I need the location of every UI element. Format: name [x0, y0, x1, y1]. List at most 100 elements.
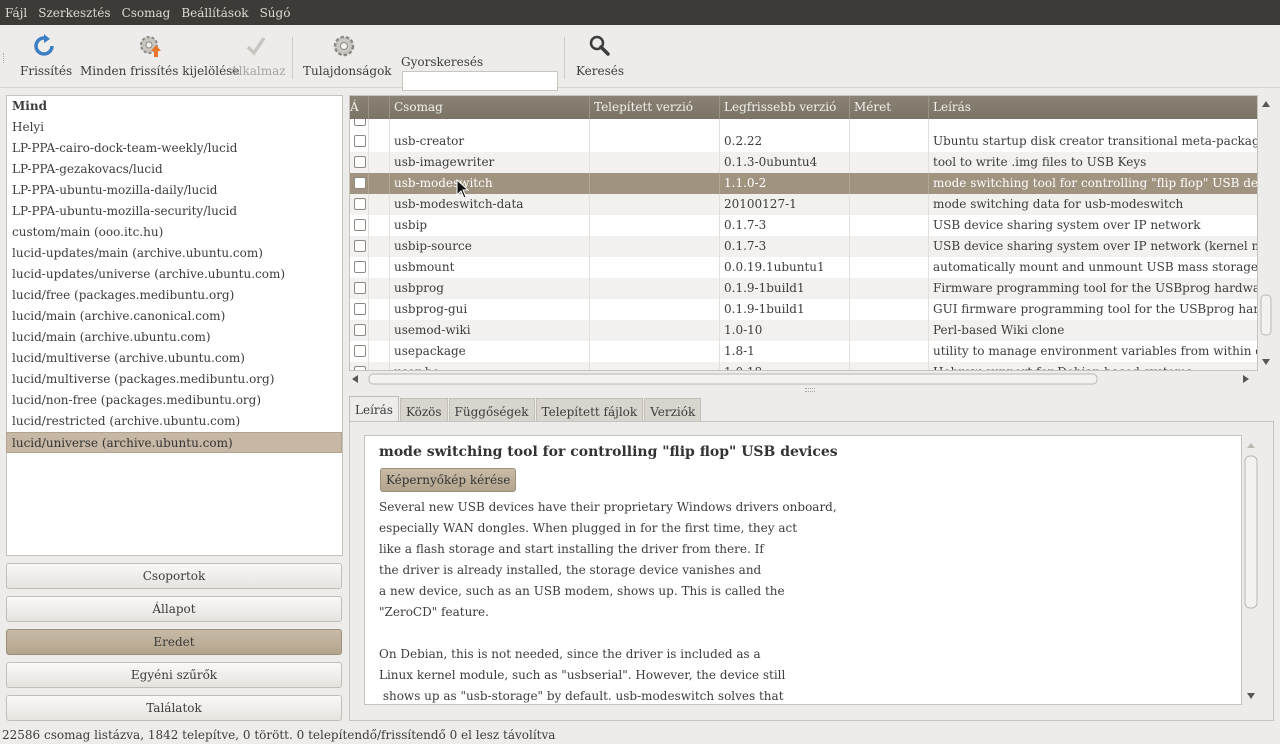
- row-checkbox-cell[interactable]: [350, 215, 369, 236]
- column-latest-version[interactable]: Legfrissebb verzió: [720, 96, 850, 119]
- scroll-down-arrow-icon[interactable]: [1262, 359, 1270, 365]
- row-checkbox[interactable]: [354, 135, 366, 147]
- row-checkbox-cell[interactable]: [350, 236, 369, 257]
- row-installed: [590, 173, 720, 194]
- row-checkbox-cell[interactable]: [350, 341, 369, 362]
- origin-item[interactable]: LP-PPA-ubuntu-mozilla-security/lucid: [7, 201, 342, 222]
- search-results-button[interactable]: Találatok: [6, 695, 342, 721]
- row-checkbox-cell[interactable]: [350, 299, 369, 320]
- scroll-up-arrow-icon[interactable]: [1262, 101, 1270, 107]
- column-size[interactable]: Méret: [850, 96, 929, 119]
- description-vertical-scrollbar[interactable]: [1244, 438, 1258, 704]
- origin-item[interactable]: lucid/main (archive.ubuntu.com): [7, 327, 342, 348]
- origin-item[interactable]: lucid/multiverse (packages.medibuntu.org…: [7, 369, 342, 390]
- properties-button[interactable]: Tulajdonságok: [303, 33, 392, 81]
- table-row[interactable]: usb-modeswitch-data 20100127-1 mode switch…: [350, 194, 1257, 215]
- table-row[interactable]: user-he 1.0.18 Hebrew support for Debian b…: [350, 362, 1257, 370]
- origin-item[interactable]: lucid/main (archive.canonical.com): [7, 306, 342, 327]
- row-icon-cell: [369, 341, 390, 362]
- origin-item[interactable]: lucid/multiverse (archive.ubuntu.com): [7, 348, 342, 369]
- description-line: like a flash storage and start installin…: [379, 542, 764, 556]
- row-size: [850, 320, 929, 341]
- desc-scroll-up-arrow-icon[interactable]: [1247, 443, 1255, 448]
- row-checkbox[interactable]: [354, 198, 366, 210]
- row-checkbox-cell[interactable]: [350, 278, 369, 299]
- origin-item[interactable]: lucid-updates/universe (archive.ubuntu.c…: [7, 264, 342, 285]
- table-row[interactable]: usbip-source 0.1.7-3 USB device sharing sy…: [350, 236, 1257, 257]
- table-row[interactable]: usb-creator 0.2.22 Ubuntu startup disk cre…: [350, 131, 1257, 152]
- row-checkbox-cell[interactable]: [350, 173, 369, 194]
- table-row[interactable]: usepackage 1.8-1 utility to manage environ…: [350, 341, 1257, 362]
- row-checkbox[interactable]: [354, 282, 366, 294]
- origin-item[interactable]: Helyi: [7, 117, 342, 138]
- desc-scroll-thumb[interactable]: [1244, 455, 1258, 609]
- row-checkbox[interactable]: [354, 156, 366, 168]
- get-screenshot-button[interactable]: Képernyőkép kérése: [380, 468, 517, 492]
- apply-button[interactable]: Alkalmaz: [230, 33, 286, 81]
- table-row-selected[interactable]: usb-modeswitch 1.1.0-2 mode switching tool…: [350, 173, 1257, 194]
- reload-button[interactable]: Frissítés: [20, 33, 72, 81]
- origin-item-all[interactable]: Mind: [7, 96, 342, 117]
- origin-item[interactable]: LP-PPA-cairo-dock-team-weekly/lucid: [7, 138, 342, 159]
- menu-file[interactable]: Fájl: [4, 6, 28, 20]
- origin-item[interactable]: lucid-updates/main (archive.ubuntu.com): [7, 243, 342, 264]
- row-checkbox[interactable]: [354, 261, 366, 273]
- row-checkbox[interactable]: [354, 324, 366, 336]
- table-row[interactable]: usbprog 0.1.9-1build1 Firmware programming…: [350, 278, 1257, 299]
- custom-filters-button[interactable]: Egyéni szűrők: [6, 662, 342, 688]
- origin-item[interactable]: custom/main (ooo.itc.hu): [7, 222, 342, 243]
- scroll-left-arrow-icon[interactable]: [352, 375, 358, 383]
- menu-package[interactable]: Csomag: [121, 6, 172, 20]
- row-checkbox-cell[interactable]: [350, 257, 369, 278]
- row-checkbox-cell[interactable]: [350, 320, 369, 341]
- scroll-thumb[interactable]: [1260, 294, 1272, 336]
- status-button[interactable]: Állapot: [6, 596, 342, 622]
- row-checkbox[interactable]: [354, 366, 366, 370]
- table-row[interactable]: usbmount 0.0.19.1ubuntu1 automatically mou…: [350, 257, 1257, 278]
- menu-settings[interactable]: Beállítások: [180, 6, 249, 20]
- row-desc: mode switching data for usb-modeswitch: [929, 194, 1257, 215]
- origin-item[interactable]: LP-PPA-gezakovacs/lucid: [7, 159, 342, 180]
- row-latest: 1.0-10: [720, 320, 850, 341]
- scroll-right-arrow-icon[interactable]: [1243, 375, 1249, 383]
- row-checkbox[interactable]: [354, 219, 366, 231]
- pane-resize-handle[interactable]: [805, 388, 815, 392]
- mark-all-upgrades-button[interactable]: Minden frissítés kijelölése: [80, 33, 239, 81]
- row-checkbox-cell[interactable]: [350, 131, 369, 152]
- table-row[interactable]: usemod-wiki 1.0-10 Perl-based Wiki clone: [350, 320, 1257, 341]
- hscroll-thumb[interactable]: [368, 373, 1098, 385]
- column-description[interactable]: Leírás: [929, 96, 1257, 119]
- check-icon: [230, 33, 282, 59]
- row-checkbox[interactable]: [354, 177, 366, 189]
- column-installed-version[interactable]: Telepített verzió: [590, 96, 720, 119]
- origin-item[interactable]: lucid/non-free (packages.medibuntu.org): [7, 390, 342, 411]
- tab-description[interactable]: Leírás: [349, 396, 399, 424]
- quick-search-input[interactable]: [402, 71, 558, 91]
- search-button[interactable]: Keresés: [576, 33, 624, 81]
- package-table-body: usb-creator 0.2.22 Ubuntu startup disk cre…: [350, 110, 1257, 370]
- column-status[interactable]: Á: [350, 96, 369, 119]
- origin-button[interactable]: Eredet: [6, 629, 342, 655]
- sections-button[interactable]: Csoportok: [6, 563, 342, 589]
- table-horizontal-scrollbar[interactable]: [349, 372, 1258, 386]
- table-row[interactable]: usbip 0.1.7-3 USB device sharing system ov…: [350, 215, 1257, 236]
- row-checkbox[interactable]: [354, 345, 366, 357]
- origin-item[interactable]: lucid/restricted (archive.ubuntu.com): [7, 411, 342, 432]
- row-checkbox-cell[interactable]: [350, 362, 369, 370]
- origin-item-selected[interactable]: lucid/universe (archive.ubuntu.com): [6, 432, 342, 453]
- row-checkbox[interactable]: [354, 240, 366, 252]
- column-support[interactable]: [369, 96, 390, 119]
- origin-item[interactable]: LP-PPA-ubuntu-mozilla-daily/lucid: [7, 180, 342, 201]
- row-checkbox-cell[interactable]: [350, 152, 369, 173]
- menu-edit[interactable]: Szerkesztés: [37, 6, 111, 20]
- column-package[interactable]: Csomag: [390, 96, 590, 119]
- table-row[interactable]: usbprog-gui 0.1.9-1build1 GUI firmware pro…: [350, 299, 1257, 320]
- row-checkbox-cell[interactable]: [350, 194, 369, 215]
- row-checkbox[interactable]: [354, 303, 366, 315]
- desc-scroll-down-arrow-icon[interactable]: [1247, 693, 1255, 699]
- toolbar-grip[interactable]: [3, 53, 6, 63]
- origin-item[interactable]: lucid/free (packages.medibuntu.org): [7, 285, 342, 306]
- table-row[interactable]: usb-imagewriter 0.1.3-0ubuntu4 tool to wri…: [350, 152, 1257, 173]
- table-vertical-scrollbar[interactable]: [1259, 95, 1273, 371]
- menu-help[interactable]: Súgó: [259, 6, 292, 20]
